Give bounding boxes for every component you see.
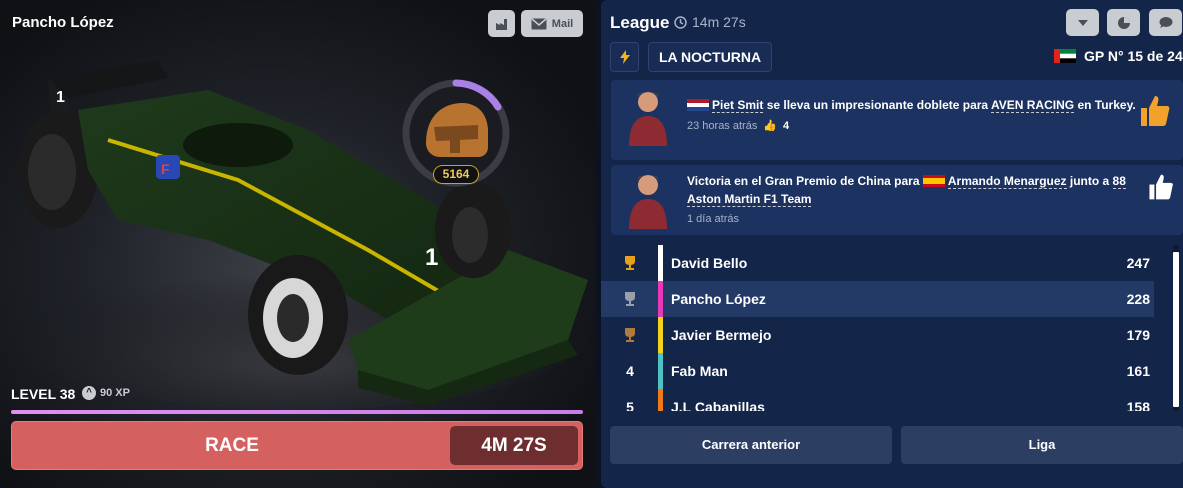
standings-table: David Bello 247 Pancho López 228 Javier … bbox=[601, 245, 1183, 411]
news-text-post: en Turkey. bbox=[1074, 98, 1136, 112]
team-color-stripe bbox=[658, 317, 663, 353]
news-meta: 1 día atrás bbox=[687, 213, 739, 225]
spain-flag-icon bbox=[922, 174, 945, 187]
xp-progress-bar bbox=[11, 410, 583, 414]
trophy-bronze-icon bbox=[619, 317, 641, 353]
svg-text:1: 1 bbox=[56, 89, 65, 106]
rating-badge: 5164 bbox=[433, 165, 479, 184]
position-number: 5 bbox=[626, 399, 634, 411]
position-number: 4 bbox=[626, 363, 634, 379]
dropdown-button[interactable] bbox=[1066, 9, 1099, 36]
driver-name: David Bello bbox=[671, 255, 748, 271]
lightning-icon bbox=[619, 50, 630, 64]
news-driver-link[interactable]: Piet Smit bbox=[712, 98, 764, 113]
pie-chart-icon bbox=[1117, 16, 1130, 29]
chevron-up-icon: ^ bbox=[82, 386, 96, 400]
news-text-mid: se lleva un impresionante doblete para bbox=[763, 98, 991, 112]
news-time: 23 horas atrás bbox=[687, 119, 758, 132]
standings-row[interactable]: David Bello 247 bbox=[601, 245, 1154, 281]
thumbs-up-small-icon: 👍 bbox=[763, 120, 778, 132]
league-timer: 14m 27s bbox=[674, 14, 746, 30]
race-countdown: 4M 27S bbox=[450, 426, 578, 465]
xp-label: 90 XP bbox=[100, 387, 130, 399]
chat-button[interactable] bbox=[1149, 9, 1182, 36]
standings-row[interactable]: 4 Fab Man 161 bbox=[601, 353, 1154, 389]
news-text: Victoria en el Gran Premio de China para… bbox=[687, 172, 1127, 208]
svg-text:F: F bbox=[161, 161, 170, 177]
news-text-pre: Victoria en el Gran Premio de China para bbox=[687, 174, 923, 188]
driver-name: Javier Bermejo bbox=[671, 327, 772, 343]
mail-icon bbox=[531, 17, 547, 29]
league-type-badge bbox=[610, 42, 639, 72]
team-color-stripe bbox=[658, 353, 663, 389]
news-meta: 23 horas atrás 👍 4 bbox=[687, 119, 790, 133]
league-panel: League 14m 27s LA NOCTURNA GP N° 15 de 2… bbox=[601, 0, 1183, 488]
factory-icon bbox=[495, 18, 507, 30]
grand-prix-indicator: GP N° 15 de 24 bbox=[1054, 48, 1183, 64]
like-count: 4 bbox=[783, 119, 790, 132]
league-timer-text: 14m 27s bbox=[692, 14, 746, 30]
trophy-gold-icon bbox=[619, 245, 641, 281]
factory-button[interactable] bbox=[488, 10, 515, 37]
previous-race-button[interactable]: Carrera anterior bbox=[610, 426, 892, 464]
driver-points: 179 bbox=[1126, 327, 1150, 343]
news-text-mid: junto a bbox=[1066, 174, 1113, 188]
avatar bbox=[629, 92, 667, 146]
mail-label: Mail bbox=[551, 17, 574, 30]
league-title: League bbox=[610, 13, 670, 32]
race-button[interactable]: RACE 4M 27S bbox=[11, 421, 583, 470]
standings-row[interactable]: Javier Bermejo 179 bbox=[601, 317, 1154, 353]
gp-label: GP N° 15 de 24 bbox=[1084, 48, 1183, 64]
uae-flag-icon bbox=[1054, 49, 1076, 63]
league-button[interactable]: Liga bbox=[901, 426, 1183, 464]
level-label: LEVEL 38 bbox=[11, 386, 76, 402]
stats-button[interactable] bbox=[1107, 9, 1140, 36]
garage-panel: Pancho López Mail 1 F 1 5164 LEVEL 38 ^ … bbox=[0, 0, 596, 488]
driver-name: J.L Cabanillas bbox=[671, 399, 765, 411]
driver-points: 161 bbox=[1126, 363, 1150, 379]
driver-name: Fab Man bbox=[671, 363, 728, 379]
race-label: RACE bbox=[205, 435, 259, 456]
league-name[interactable]: LA NOCTURNA bbox=[648, 42, 773, 72]
caret-down-icon bbox=[1077, 19, 1088, 26]
driver-points: 158 bbox=[1126, 399, 1150, 411]
team-color-stripe bbox=[658, 245, 663, 281]
standings-row[interactable]: 5 J.L Cabanillas 158 bbox=[601, 389, 1154, 411]
standings-scrollbar-thumb[interactable] bbox=[1173, 252, 1179, 407]
avatar bbox=[629, 175, 667, 229]
trophy-silver-icon bbox=[619, 281, 641, 317]
news-team-link[interactable]: AVEN RACING bbox=[990, 98, 1075, 113]
player-name: Pancho López bbox=[12, 14, 114, 31]
svg-text:1: 1 bbox=[425, 244, 438, 271]
news-item: Victoria en el Gran Premio de China para… bbox=[611, 165, 1183, 235]
news-item: Piet Smit se lleva un impresionante dobl… bbox=[611, 80, 1183, 160]
xp-indicator: ^ 90 XP bbox=[82, 386, 130, 400]
news-time: 1 día atrás bbox=[687, 213, 739, 225]
team-color-stripe bbox=[658, 389, 663, 411]
chat-icon bbox=[1159, 17, 1173, 28]
thumbs-up-icon[interactable] bbox=[1139, 94, 1171, 128]
driver-points: 247 bbox=[1126, 255, 1150, 271]
driver-name: Pancho López bbox=[671, 291, 766, 307]
clock-icon bbox=[674, 15, 687, 29]
news-driver-link[interactable]: Armando Menarguez bbox=[947, 174, 1067, 189]
mail-button[interactable]: Mail bbox=[521, 10, 583, 37]
standings-row[interactable]: Pancho López 228 bbox=[601, 281, 1154, 317]
netherlands-flag-icon bbox=[687, 98, 709, 111]
team-color-stripe bbox=[658, 281, 663, 317]
news-text: Piet Smit se lleva un impresionante dobl… bbox=[687, 96, 1136, 114]
thumbs-up-outline-icon[interactable] bbox=[1147, 173, 1175, 201]
driver-points: 228 bbox=[1126, 291, 1150, 307]
